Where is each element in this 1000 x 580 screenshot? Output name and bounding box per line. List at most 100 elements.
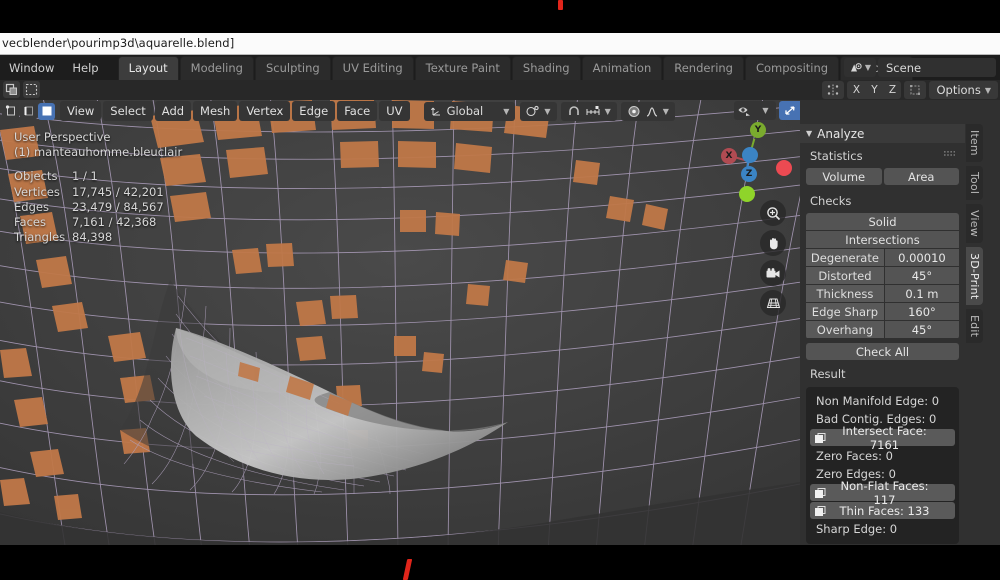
gizmo-icon (784, 106, 795, 115)
volume-button[interactable]: Volume (806, 168, 882, 185)
chevron-down-icon: ▼ (544, 106, 551, 116)
check-all-button[interactable]: Check All (806, 343, 959, 360)
snap-toggle-group[interactable]: ▼ (560, 101, 617, 121)
scene-name-field[interactable]: Scene (878, 58, 996, 77)
param-label: Degenerate (806, 249, 884, 266)
area-button[interactable]: Area (883, 168, 959, 185)
pan-hand-icon (769, 237, 778, 249)
select-box-tool-icon (25, 83, 38, 96)
stats-value: 23,479 / 84,567 (72, 199, 164, 214)
select-result-icon (810, 487, 830, 499)
gizmo-axis-z-positive[interactable]: Z (741, 166, 757, 182)
param-label: Thickness (806, 285, 884, 302)
viewport-menu-edge[interactable]: Edge (292, 101, 336, 121)
result-intersect-face-button[interactable]: Intersect Face: 7161 (810, 424, 955, 452)
param-row-overhang: Overhang 45° (806, 321, 959, 338)
uv-mirror-button[interactable] (904, 81, 927, 99)
toggle-orthographic-button[interactable] (760, 290, 786, 316)
mirror-toggle-button[interactable] (822, 81, 845, 99)
scene-icon (850, 62, 862, 71)
sidebar-tab-edit[interactable]: Edit (966, 309, 983, 344)
mirror-axis-x[interactable]: X (847, 81, 865, 99)
mirror-axis-y[interactable]: Y (865, 81, 883, 99)
show-object-types-icon (738, 107, 750, 116)
viewport-menu-mesh[interactable]: Mesh (193, 101, 238, 121)
gizmo-axis-x-negative[interactable] (776, 160, 792, 176)
pan-button[interactable] (760, 230, 786, 256)
sidebar-tab-view[interactable]: View (966, 204, 983, 243)
param-value[interactable]: 160° (884, 303, 959, 320)
result-non-manifold-edge: Non Manifold Edge: 0 (816, 394, 940, 408)
object-visibility-dropdown[interactable]: ▼ (755, 101, 776, 120)
zoom-button[interactable] (760, 200, 786, 226)
tool-settings-button-1[interactable] (3, 81, 20, 98)
chevron-down-icon: ▼ (864, 63, 871, 72)
result-thin-faces-button[interactable]: Thin Faces: 133 (810, 502, 955, 519)
view-name: User Perspective (14, 130, 111, 144)
menu-window[interactable]: Window (0, 58, 63, 78)
sidebar-tab-tool[interactable]: Tool (966, 165, 983, 201)
check-solid-button[interactable]: Solid (806, 213, 959, 230)
vertex-select-mode-button[interactable] (2, 102, 19, 120)
tweak-tool-icon (5, 83, 17, 95)
workspace-tab-rendering[interactable]: Rendering (663, 55, 744, 80)
gizmo-axis-z-negative[interactable] (742, 147, 758, 163)
gizmo-toggle-button[interactable] (779, 101, 800, 120)
viewport-menu-face[interactable]: Face (337, 101, 378, 121)
viewport-menu-select[interactable]: Select (103, 101, 153, 121)
camera-view-button[interactable] (760, 260, 786, 286)
edge-select-mode-button[interactable] (20, 102, 37, 120)
param-value[interactable]: 0.1 m (884, 285, 959, 302)
zoom-icon (766, 206, 780, 220)
sidebar-tab-item[interactable]: Item (966, 124, 983, 162)
scene-browse-button[interactable]: ▼ (843, 58, 876, 77)
stats-key: Faces (14, 215, 46, 230)
workspace-tab-texture-paint[interactable]: Texture Paint (414, 55, 511, 80)
active-object-name: (1) manteauhomme.bleuclair (14, 145, 183, 160)
viewport-options-button[interactable]: Options ▼ (929, 81, 998, 99)
object-visibility-group[interactable]: ▼ (734, 101, 776, 120)
viewport-menu-uv[interactable]: UV (379, 101, 410, 121)
navigation-gizmo[interactable]: Y X Z (714, 122, 792, 202)
analyze-panel-title: Analyze (817, 126, 865, 141)
check-intersections-button[interactable]: Intersections (806, 231, 959, 248)
statistics-section-label: Statistics (810, 149, 863, 163)
triangle-down-icon[interactable]: ▼ (806, 129, 812, 138)
result-non-flat-faces-button[interactable]: Non-Flat Faces: 117 (810, 479, 955, 507)
viewport-menu-vertex[interactable]: Vertex (239, 101, 291, 121)
gizmo-axis-x-positive[interactable]: X (721, 148, 737, 164)
param-value[interactable]: 0.00010 (884, 249, 959, 266)
workspace-tab-compositing[interactable]: Compositing (744, 55, 840, 80)
stats-row-objects: Objects 1 / 1 (14, 169, 182, 184)
tool-settings-button-2[interactable] (23, 81, 40, 98)
gizmo-axis-y-negative[interactable] (739, 186, 755, 202)
analyze-panel-header[interactable]: ▼ Analyze (800, 124, 965, 156)
menu-help[interactable]: Help (63, 58, 107, 78)
workspace-tab-shading[interactable]: Shading (511, 55, 581, 80)
chevron-down-icon: ▼ (604, 106, 611, 116)
workspace-tab-animation[interactable]: Animation (581, 55, 663, 80)
viewport-menu-view[interactable]: View (60, 101, 102, 121)
select-result-icon (814, 505, 825, 516)
param-value[interactable]: 45° (884, 267, 959, 284)
face-select-mode-button[interactable] (38, 102, 55, 120)
workspace-tab-layout[interactable]: Layout (117, 55, 179, 80)
stats-value: 17,745 / 42,201 (72, 184, 164, 199)
transform-orientation-selector[interactable]: Global ▼ (423, 101, 516, 121)
vertex-select-icon (5, 105, 15, 116)
workspace-tab-modeling[interactable]: Modeling (179, 55, 254, 80)
show-object-types-button[interactable] (734, 101, 755, 120)
mirror-axis-z[interactable]: Z (883, 81, 901, 99)
result-label: Non-Flat Faces: 117 (840, 478, 929, 507)
snap-target-selector[interactable]: ▼ (520, 101, 557, 121)
sidebar-tab-3d-print[interactable]: 3D-Print (966, 246, 983, 306)
checks-section-label: Checks (810, 194, 852, 208)
top-annotation-mark (558, 0, 563, 10)
workspace-tab-sculpting[interactable]: Sculpting (254, 55, 331, 80)
param-value[interactable]: 45° (884, 321, 959, 338)
workspace-tab-uv-editing[interactable]: UV Editing (331, 55, 414, 80)
gizmo-axis-y-positive[interactable]: Y (750, 122, 766, 138)
stats-key: Objects (14, 169, 58, 184)
viewport-menu-add[interactable]: Add (154, 101, 192, 121)
proportional-editing-group[interactable]: ▼ (620, 101, 675, 121)
